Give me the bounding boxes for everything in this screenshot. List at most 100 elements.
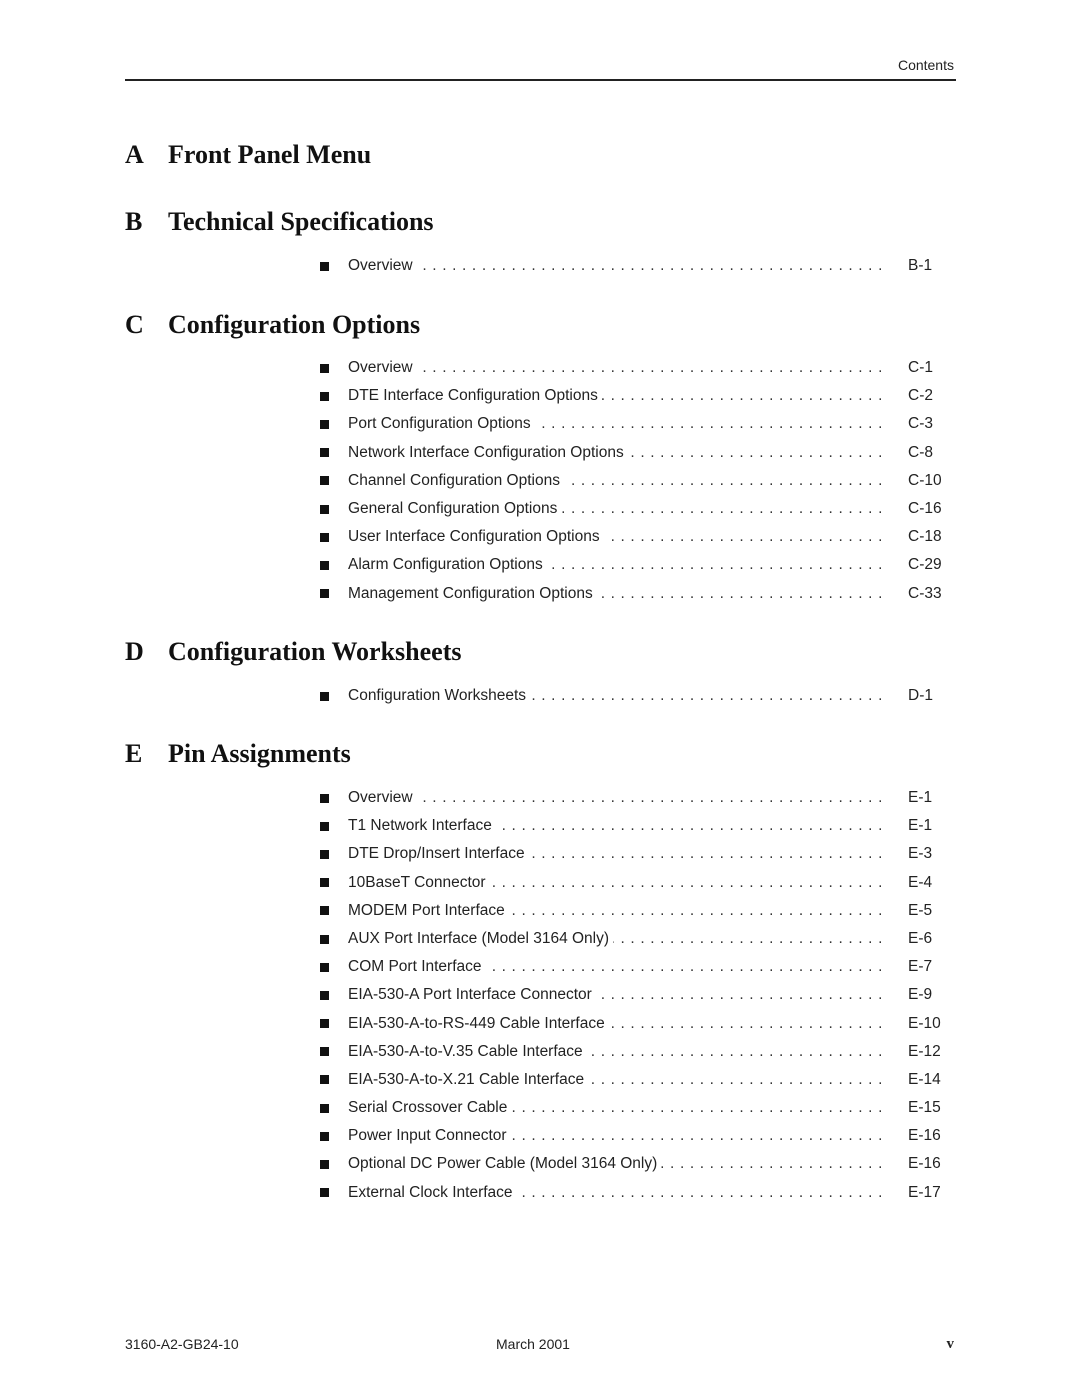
toc-entry-title: DTE Drop/Insert Interface [348, 840, 529, 869]
section-heading-c[interactable]: C Configuration Options [125, 310, 420, 340]
section-heading-d[interactable]: D Configuration Worksheets [125, 637, 462, 667]
dot-leader: ........................................… [601, 387, 888, 405]
toc-entry-title: Channel Configuration Options [348, 466, 564, 495]
toc-entry[interactable]: Overview................................… [316, 354, 956, 383]
square-bullet-icon [320, 261, 329, 271]
toc-entry[interactable]: Optional DC Power Cable (Model 3164 Only… [316, 1150, 956, 1179]
toc-entry-title: Power Input Connector [348, 1122, 511, 1151]
toc-entry-page: C-29 [908, 556, 942, 574]
dot-leader: ........................................… [603, 528, 888, 546]
toc-entry[interactable]: 10BaseT Connector.......................… [316, 868, 956, 897]
toc-entry-page: C-10 [908, 471, 942, 489]
square-bullet-icon [320, 589, 329, 599]
square-bullet-icon [320, 821, 329, 831]
toc-entry[interactable]: User Interface Configuration Options....… [316, 523, 956, 552]
toc-entry-page: C-16 [908, 499, 942, 517]
square-bullet-icon [320, 476, 329, 486]
toc-entry-page: E-15 [908, 1099, 941, 1117]
square-bullet-icon [320, 1131, 329, 1141]
section-title: Configuration Worksheets [168, 637, 462, 666]
toc-entry[interactable]: Overview................................… [316, 784, 956, 813]
toc-entry[interactable]: Power Input Connector...................… [316, 1122, 956, 1151]
section-heading-a[interactable]: A Front Panel Menu [125, 140, 371, 170]
section-heading-b[interactable]: B Technical Specifications [125, 207, 434, 237]
toc-entry-page: E-16 [908, 1127, 941, 1145]
square-bullet-icon [320, 1047, 329, 1057]
dot-leader: ........................................… [535, 415, 888, 433]
toc-entry-title: EIA-530-A Port Interface Connector [348, 981, 596, 1010]
square-bullet-icon [320, 363, 329, 373]
toc-entry[interactable]: Management Configuration Options........… [316, 579, 956, 608]
square-bullet-icon [320, 906, 329, 916]
square-bullet-icon [320, 691, 329, 701]
dot-leader: ........................................… [596, 584, 888, 602]
square-bullet-icon [320, 1160, 329, 1170]
dot-leader: ........................................… [485, 958, 888, 976]
square-bullet-icon [320, 934, 329, 944]
toc-entry[interactable]: COM Port Interface......................… [316, 953, 956, 982]
dot-leader: ........................................… [509, 901, 888, 919]
section-letter: A [125, 140, 144, 169]
square-bullet-icon [320, 962, 329, 972]
toc-entry-title: Overview [348, 354, 417, 383]
toc-entry-title: Configuration Worksheets [348, 682, 531, 711]
section-heading-e[interactable]: E Pin Assignments [125, 739, 351, 769]
toc-entry-title: EIA-530-A-to-V.35 Cable Interface [348, 1037, 587, 1066]
toc-entry-page: B-1 [908, 257, 933, 274]
dot-leader: ........................................… [511, 1127, 888, 1145]
toc-entry[interactable]: EIA-530-A-to-V.35 Cable Interface.......… [316, 1037, 956, 1066]
toc-entry[interactable]: EIA-530-A Port Interface Connector......… [316, 981, 956, 1010]
toc-entry-page: E-1 [908, 789, 933, 806]
toc-entry-title: Alarm Configuration Options [348, 551, 547, 580]
toc-entry[interactable]: External Clock Interface................… [316, 1178, 956, 1207]
toc-entry[interactable]: EIA-530-A-to-X.21 Cable Interface.......… [316, 1065, 956, 1095]
toc-entry-page: D-1 [908, 687, 933, 704]
dot-leader: ........................................… [417, 257, 888, 274]
toc-entry-title: COM Port Interface [348, 953, 486, 982]
dot-leader: ........................................… [561, 499, 888, 517]
square-bullet-icon [320, 504, 329, 514]
toc-entry-title: Network Interface Configuration Options [348, 438, 628, 467]
section-letter: B [125, 207, 143, 236]
dot-leader: ........................................… [496, 817, 888, 835]
toc-entry[interactable]: DTE Drop/Insert Interface...............… [316, 840, 956, 869]
dot-leader: ........................................… [661, 1155, 888, 1173]
dot-leader: ........................................… [517, 1183, 888, 1201]
toc-entry[interactable]: Port Configuration Options..............… [316, 410, 956, 439]
toc-entry-title: 10BaseT Connector [348, 868, 490, 897]
toc-entry-page: E-5 [908, 901, 933, 919]
toc-entry-title: EIA-530-A-to-RS-449 Cable Interface [348, 1009, 609, 1038]
square-bullet-icon [320, 1075, 329, 1085]
toc-entry-page: C-1 [908, 359, 933, 376]
toc-entry-title: Management Configuration Options [348, 579, 597, 608]
toc-entry-title: General Configuration Options [348, 494, 562, 524]
dot-leader: ........................................… [563, 471, 888, 489]
dot-leader: ........................................… [490, 873, 888, 891]
toc-entry[interactable]: General Configuration Options...........… [316, 494, 956, 524]
toc-entry[interactable]: AUX Port Interface (Model 3164 Only)....… [316, 924, 956, 954]
toc-entry-page: C-8 [908, 443, 933, 461]
toc-entry[interactable]: EIA-530-A-to-RS-449 Cable Interface.....… [316, 1009, 956, 1038]
section-title: Front Panel Menu [168, 140, 372, 169]
square-bullet-icon [320, 560, 329, 570]
toc-entry[interactable]: T1 Network Interface....................… [316, 812, 956, 841]
toc-entry[interactable]: Alarm Configuration Options.............… [316, 551, 956, 580]
toc-entry[interactable]: Configuration Worksheets................… [316, 682, 956, 711]
toc-entry[interactable]: Network Interface Configuration Options.… [316, 438, 956, 467]
toc-entry[interactable]: MODEM Port Interface....................… [316, 896, 956, 925]
footer-doc-number: 3160-A2-GB24-10 [125, 1336, 239, 1352]
section-letter: E [125, 739, 143, 768]
dot-leader: ........................................… [417, 789, 888, 806]
toc-entry-page: E-3 [908, 845, 933, 863]
header-rule [125, 79, 956, 81]
section-letter: C [125, 310, 144, 339]
toc-entry[interactable]: DTE Interface Configuration Options.....… [316, 382, 956, 411]
square-bullet-icon [320, 1188, 329, 1198]
dot-leader: ........................................… [595, 986, 888, 1004]
toc-entry-title: MODEM Port Interface [348, 896, 509, 925]
toc-entry[interactable]: Channel Configuration Options...........… [316, 466, 956, 495]
square-bullet-icon [320, 391, 329, 401]
toc-entry[interactable]: Serial Crossover Cable..................… [316, 1094, 956, 1123]
toc-entry[interactable]: Overview................................… [316, 252, 956, 281]
dot-leader: ........................................… [511, 1099, 888, 1117]
